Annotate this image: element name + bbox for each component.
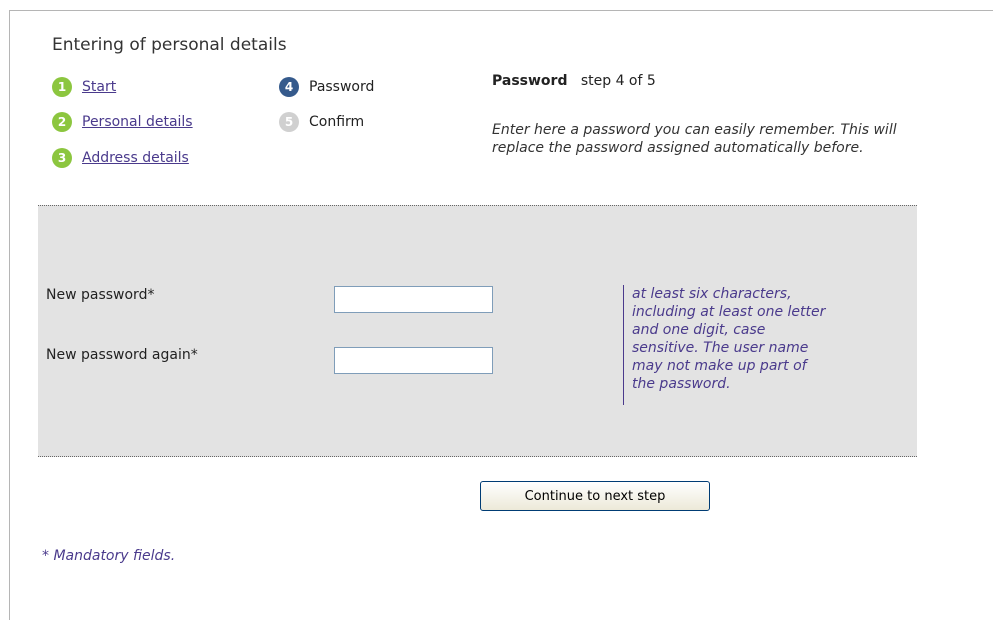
new-password-label: New password*	[46, 287, 155, 303]
step-confirm-label: Confirm	[309, 114, 365, 130]
new-password-again-input[interactable]	[334, 347, 493, 374]
step-1-number-icon: 1	[52, 77, 72, 97]
new-password-input[interactable]	[334, 286, 493, 313]
page-title: Entering of personal details	[52, 35, 287, 55]
step-password: 4 Password	[279, 77, 374, 97]
step-counter: step 4 of 5	[580, 73, 656, 89]
step-start-link[interactable]: Start	[82, 79, 116, 95]
step-5-number-icon: 5	[279, 112, 299, 132]
step-confirm: 5 Confirm	[279, 112, 364, 132]
continue-button[interactable]: Continue to next step	[480, 481, 710, 511]
step-password-label: Password	[309, 79, 375, 95]
step-address-details[interactable]: 3 Address details	[52, 148, 189, 168]
step-2-number-icon: 2	[52, 112, 72, 132]
step-personal-details-link[interactable]: Personal details	[82, 114, 193, 130]
step-3-number-icon: 3	[52, 148, 72, 168]
new-password-again-label: New password again*	[46, 347, 198, 363]
step-address-details-link[interactable]: Address details	[82, 150, 189, 166]
step-info-heading: Password step 4 of 5	[492, 73, 656, 89]
password-hint: at least six characters, including at le…	[623, 285, 833, 405]
step-start[interactable]: 1 Start	[52, 77, 116, 97]
info-heading: Password	[492, 73, 568, 89]
mandatory-fields-note: * Mandatory fields.	[42, 548, 176, 564]
step-personal-details[interactable]: 2 Personal details	[52, 112, 193, 132]
step-4-number-icon: 4	[279, 77, 299, 97]
step-description: Enter here a password you can easily rem…	[492, 122, 897, 156]
